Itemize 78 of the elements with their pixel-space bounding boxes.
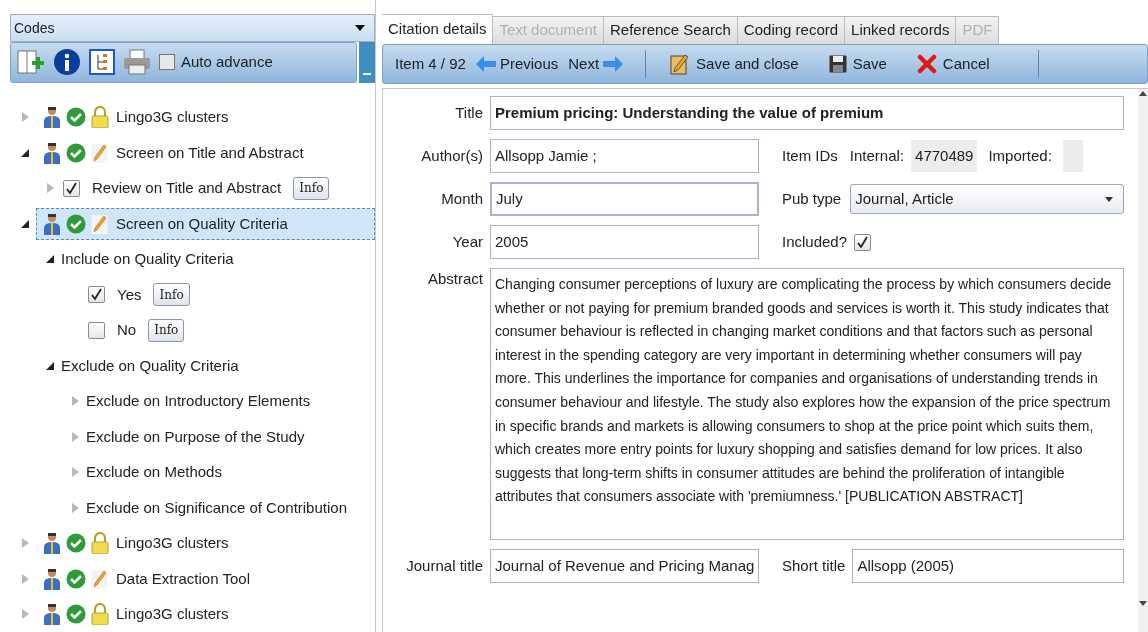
checkbox[interactable] [63, 179, 80, 197]
field-label: Author(s) [420, 145, 483, 166]
field-label: Abstract [426, 269, 483, 289]
person-icon [43, 106, 61, 129]
check-circle-icon [66, 107, 86, 128]
previous-button[interactable]: Previous [475, 52, 559, 76]
journal-title-field[interactable]: Journal of Revenue and Pricing Manag [490, 549, 759, 583]
field-label: Year [451, 231, 483, 252]
field-label: Month [440, 188, 483, 209]
left-arrow-icon [475, 56, 496, 72]
tree-item[interactable]: Exclude on Purpose of the Study [86, 425, 305, 448]
month-field[interactable]: July [490, 182, 759, 216]
pencil-icon [670, 53, 691, 75]
tree-item[interactable]: Exclude on Quality Criteria [61, 354, 239, 377]
internal-id-value: 4770489 [911, 140, 978, 172]
field-label: Title [454, 102, 483, 123]
toolbar-overflow-button[interactable] [359, 42, 375, 83]
info-button[interactable]: Info [148, 318, 185, 342]
short-title-field[interactable]: Allsopp (2005) [852, 549, 1124, 583]
next-button[interactable]: Next [568, 52, 624, 76]
tree-item[interactable]: No [117, 319, 137, 342]
field-label: Journal title [405, 555, 483, 576]
field-label: Short title [782, 555, 846, 576]
tab[interactable]: Reference Search [603, 16, 738, 44]
tab[interactable]: Coding record [737, 16, 846, 44]
check-circle-icon [66, 142, 86, 163]
tree-item[interactable]: Review on Title and Abstract [92, 177, 282, 200]
person-icon [43, 212, 61, 235]
field-label: Pub type [782, 188, 842, 209]
check-circle-icon [66, 604, 86, 625]
abstract-field[interactable]: Changing consumer perceptions of luxury are complicating the process by which consumers decide whether or not paying for premium branded goods and services is worth it. This study indicates that consumer behaviour is reflected in changing market conditions and that factors such as personal interest in the spending category are very important in determining whether consumers will pay more. This underlines the importance for companies and organisations of understanding trends in consumer behaviour and lifestyle. The study also explores how the expansion of the price spectrum in specific brands and markets is allowing consumers to shop at the price point which suits them, which creates more entry points for luxury shopping and satisfies demand for low prices. It also suggests that long-term shifts in consumer attitudes are behind the proliferation of intangible attributes that consumers associate with 'premiumness.' [PUBLICATION ABSTRACT] [490, 268, 1124, 540]
included-checkbox[interactable] [854, 233, 872, 251]
selected-tree-item[interactable]: Screen on Quality Criteria [36, 207, 375, 240]
tree-item[interactable]: Lingo3G clusters [36, 527, 238, 560]
tab[interactable]: Linked records [845, 16, 957, 44]
save-and-close-button[interactable]: Save and close [670, 52, 799, 76]
tree-item[interactable]: Yes [117, 283, 142, 306]
close-icon [916, 54, 937, 74]
year-field[interactable]: 2005 [490, 225, 759, 259]
tree-item[interactable]: Lingo3G clusters [36, 101, 238, 134]
print-icon[interactable] [123, 49, 151, 76]
check-circle-icon [66, 568, 86, 589]
info-button[interactable]: Info [293, 176, 330, 200]
item-counter: Item 4 / 92 [395, 53, 466, 74]
person-icon [43, 141, 61, 164]
pub-type-dropdown[interactable]: Journal, Article [850, 184, 1124, 214]
field-label: Included? [782, 231, 848, 252]
info-button[interactable]: Info [153, 283, 190, 307]
add-code-icon[interactable] [17, 48, 45, 77]
tree-item[interactable]: Exclude on Introductory Elements [86, 390, 311, 413]
auto-advance-checkbox[interactable]: Auto advance [159, 51, 273, 74]
tree-item[interactable]: Lingo3G clusters [36, 598, 238, 631]
field-label: Item IDs [782, 145, 838, 166]
info-icon[interactable] [53, 48, 81, 77]
panel-title: Codes [14, 18, 55, 38]
person-icon [43, 532, 61, 555]
checkbox[interactable] [88, 321, 105, 339]
right-arrow-icon [603, 56, 624, 72]
tree-item[interactable]: Exclude on Methods [86, 461, 222, 484]
cancel-button[interactable]: Cancel [916, 52, 990, 76]
tree-item[interactable]: Data Extraction Tool [36, 562, 259, 595]
check-circle-icon [66, 533, 86, 554]
dropdown-icon[interactable] [355, 25, 365, 32]
checkbox[interactable] [88, 286, 105, 304]
tab[interactable]: Citation details [382, 14, 494, 44]
tree-item[interactable]: Exclude on Significance of Contribution [86, 496, 347, 519]
person-icon [43, 567, 61, 590]
check-circle-icon [66, 213, 86, 234]
field-label: Internal: [849, 145, 905, 166]
save-button[interactable]: Save [828, 52, 887, 76]
person-icon [43, 603, 61, 626]
title-field[interactable]: Premium pricing: Understanding the value of premium [490, 96, 1124, 130]
authors-field[interactable]: Allsopp Jamie ; [490, 139, 759, 173]
field-label: Imported: [988, 145, 1052, 166]
tree-item[interactable]: Include on Quality Criteria [61, 248, 234, 271]
tree-view-icon[interactable] [89, 49, 115, 76]
tree-item[interactable]: Screen on Title and Abstract [36, 136, 313, 169]
scrollbar[interactable] [1138, 89, 1148, 632]
